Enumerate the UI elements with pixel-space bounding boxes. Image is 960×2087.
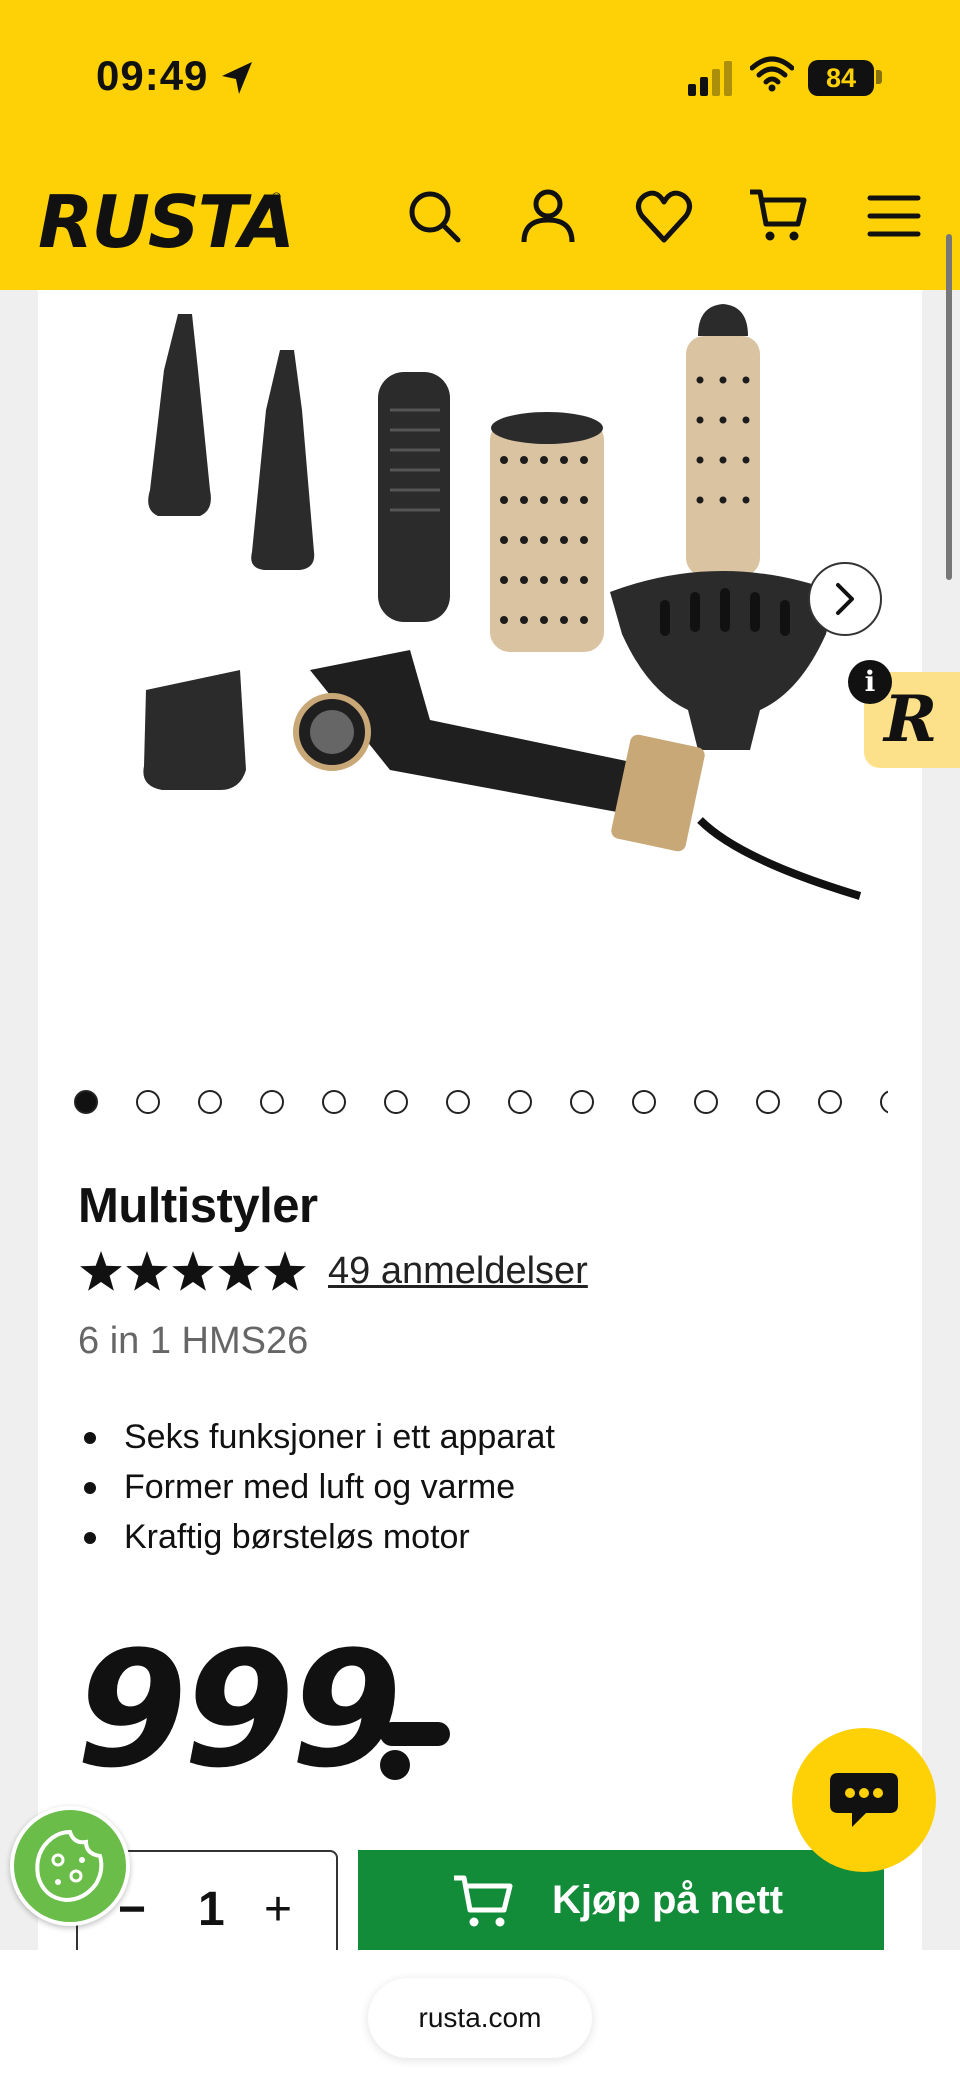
status-bar: 09:49 84 [0,0,960,150]
location-arrow-icon [222,62,252,94]
browser-bottom-bar: rusta.com [0,1950,960,2087]
product-image[interactable] [100,300,880,900]
cellular-signal-icon [688,61,732,96]
carousel-dot[interactable] [384,1090,408,1114]
quantity-value[interactable]: 1 [198,1882,225,1937]
quantity-increase-button[interactable]: + [264,1882,292,1937]
reviews-widget-logo: R [884,682,938,757]
rating-stars [80,1251,306,1291]
price: 999 [76,1616,402,1803]
carousel-dot[interactable] [880,1090,888,1114]
product-model: 6 in 1 HMS26 [78,1320,309,1362]
carousel-dot[interactable] [570,1090,594,1114]
feature-item: Seks funksjoner i ett apparat [78,1412,555,1462]
chat-button[interactable] [792,1728,936,1872]
buy-online-label: Kjøp på nett [552,1878,784,1922]
star-icon [218,1251,260,1291]
info-icon[interactable]: i [848,660,892,704]
battery-indicator: 84 [808,60,874,96]
wifi-icon [750,56,794,92]
carousel-dot[interactable] [446,1090,470,1114]
wishlist-heart-icon[interactable] [634,186,694,246]
carousel-pagination [74,1090,888,1114]
status-time: 09:49 [96,52,209,99]
carousel-dot[interactable] [260,1090,284,1114]
product-title: Multistyler [78,1179,318,1233]
price-dot [380,1750,410,1780]
carousel-dot[interactable] [818,1090,842,1114]
header: 09:49 84 RUSTA ® [0,0,960,290]
chevron-right-icon [836,583,854,615]
cart-icon [454,1875,513,1927]
rusta-logo[interactable]: RUSTA [38,180,295,264]
feature-list: Seks funksjoner i ett apparat Former med… [78,1412,555,1562]
price-dash [380,1722,450,1746]
cookie-settings-button[interactable] [10,1806,130,1926]
carousel-dot[interactable] [136,1090,160,1114]
buy-online-button[interactable]: Kjøp på nett [358,1850,884,1950]
battery-cap [876,70,882,84]
feature-item: Former med luft og varme [78,1462,555,1512]
star-icon [172,1251,214,1291]
feature-item: Kraftig børsteløs motor [78,1512,555,1562]
menu-icon[interactable] [864,186,924,246]
registered-mark: ® [272,190,281,204]
carousel-dot[interactable] [322,1090,346,1114]
scrollbar[interactable] [946,234,952,580]
carousel-dot[interactable] [74,1090,98,1114]
chat-bubble-icon [830,1773,898,1827]
cart-icon[interactable] [748,186,808,246]
account-icon[interactable] [518,186,578,246]
carousel-dot[interactable] [632,1090,656,1114]
carousel-dot[interactable] [198,1090,222,1114]
star-icon [126,1251,168,1291]
cookie-icon [35,1829,104,1903]
carousel-next-button[interactable] [808,562,882,636]
star-icon [80,1251,122,1291]
reviews-link[interactable]: 49 anmeldelser [328,1250,588,1293]
carousel-dot[interactable] [694,1090,718,1114]
carousel-dot[interactable] [756,1090,780,1114]
star-icon [264,1251,306,1291]
address-bar[interactable]: rusta.com [368,1978,592,2058]
carousel-dot[interactable] [508,1090,532,1114]
search-icon[interactable] [404,186,464,246]
